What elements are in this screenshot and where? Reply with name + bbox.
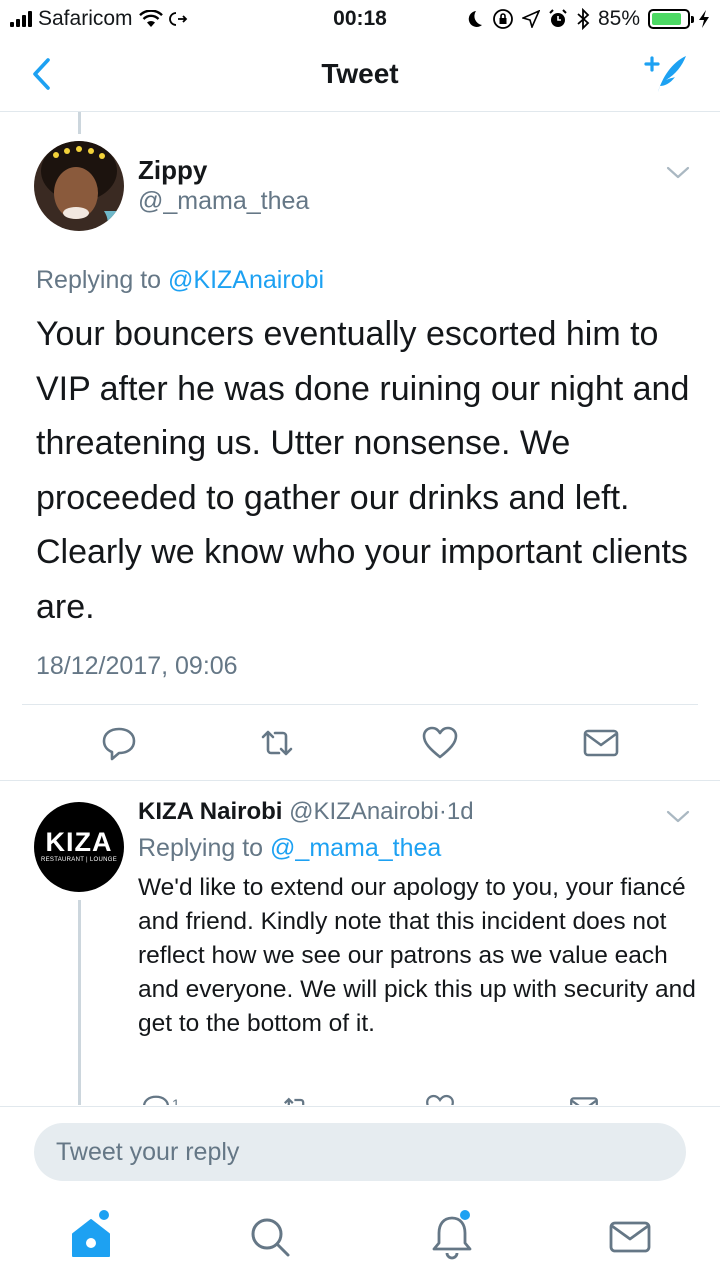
- replying-to-line: Replying to @_mama_thea: [138, 834, 441, 863]
- replying-to-label: Replying to: [138, 834, 271, 862]
- tweet-timestamp: 18/12/2017, 09:06: [36, 652, 238, 680]
- retweet-icon[interactable]: [257, 723, 297, 763]
- battery-icon: [648, 9, 694, 29]
- messages-envelope-icon[interactable]: [605, 1212, 655, 1262]
- meta-separator: ·: [438, 798, 447, 825]
- reply-icon[interactable]: [140, 1092, 172, 1105]
- status-right: 85%: [466, 7, 710, 31]
- author-handle[interactable]: @_mama_thea: [138, 187, 309, 216]
- notifications-bell-icon[interactable]: [427, 1212, 477, 1262]
- reply-count: 1: [172, 1096, 180, 1105]
- tweet-text: Your bouncers eventually escorted him to…: [36, 315, 690, 626]
- like-heart-icon[interactable]: [420, 723, 460, 763]
- charging-bolt-icon: [699, 10, 709, 28]
- chevron-down-icon[interactable]: [664, 160, 692, 184]
- orientation-lock-icon: [493, 9, 513, 29]
- alarm-icon: [549, 9, 567, 27]
- page-title: Tweet: [321, 58, 399, 89]
- direct-message-icon[interactable]: [568, 1092, 600, 1105]
- search-icon[interactable]: [245, 1212, 295, 1262]
- replying-to-mention[interactable]: @_mama_thea: [270, 834, 441, 862]
- avatar[interactable]: KIZA RESTAURANT | LOUNGE: [34, 802, 124, 892]
- home-new-indicator: [99, 1210, 109, 1220]
- status-bar: Safaricom 00:18 85%: [0, 0, 720, 38]
- chevron-down-icon[interactable]: [664, 804, 692, 828]
- replying-to-label: Replying to: [36, 266, 169, 294]
- battery-percent: 85%: [597, 7, 640, 30]
- reply-composer: [0, 1106, 720, 1198]
- notifications-new-indicator: [460, 1210, 470, 1220]
- do-not-disturb-icon: [468, 11, 482, 27]
- tab-bar: [0, 1198, 720, 1280]
- replying-to-line: Replying to @KIZAnairobi: [36, 266, 324, 295]
- bluetooth-icon: [577, 8, 590, 30]
- avatar-logo-text: KIZA: [45, 827, 113, 857]
- direct-message-icon[interactable]: [581, 723, 621, 763]
- home-icon[interactable]: [66, 1212, 116, 1262]
- reply-action-bar: 1: [120, 1088, 620, 1105]
- author-handle[interactable]: @KIZAnairobi: [289, 798, 439, 825]
- retweet-icon[interactable]: [280, 1092, 312, 1105]
- avatar[interactable]: [34, 141, 124, 231]
- reply-icon[interactable]: [99, 723, 139, 763]
- divider: [0, 780, 720, 781]
- divider: [22, 704, 698, 705]
- location-arrow-icon: [521, 10, 540, 28]
- thread-connector-line: [78, 112, 81, 134]
- battery-level-fill: [652, 13, 681, 25]
- author-display-name[interactable]: Zippy: [138, 155, 207, 186]
- tweet-age: 1d: [446, 798, 474, 825]
- tweet-text: We'd like to extend our apology to you, …: [138, 874, 696, 1037]
- reply-author-line: KIZA Nairobi @KIZAnairobi·1d: [138, 798, 474, 826]
- profile-photo: [34, 141, 124, 231]
- replying-to-mention[interactable]: @KIZAnairobi: [168, 266, 324, 294]
- navigation-bar: Tweet: [0, 38, 720, 112]
- avatar-logo-subtitle: RESTAURANT | LOUNGE: [40, 857, 118, 863]
- tweet-reply-input[interactable]: [34, 1123, 686, 1181]
- like-heart-icon[interactable]: [424, 1092, 456, 1105]
- author-display-name[interactable]: KIZA Nairobi: [138, 798, 282, 825]
- compose-tweet-icon[interactable]: [642, 52, 690, 96]
- thread-connector-line: [78, 900, 81, 1105]
